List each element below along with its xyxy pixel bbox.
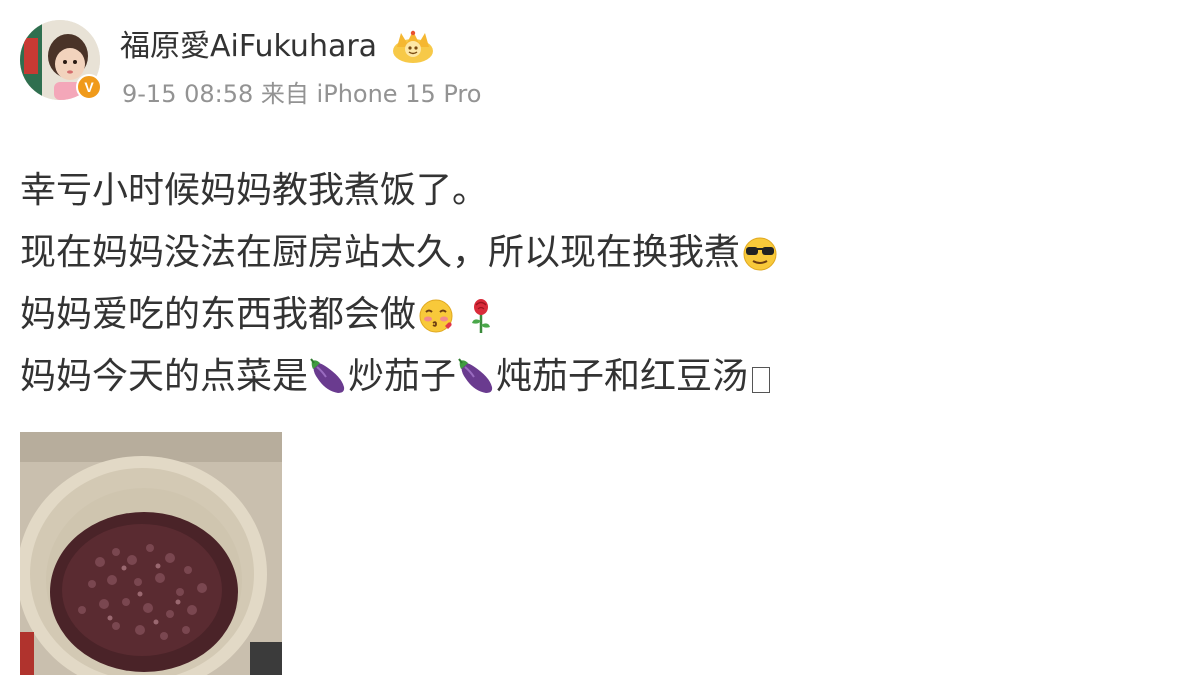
kiss-emoji-icon: [416, 295, 456, 335]
author-name[interactable]: 福原愛AiFukuhara: [120, 27, 377, 67]
post-line-1: 幸亏小时候妈妈教我煮饭了。: [20, 160, 1180, 222]
missing-glyph-box: [752, 367, 771, 393]
post-text-line-1: 幸亏小时候妈妈教我煮饭了。: [20, 170, 489, 211]
post-line-3: 妈妈爱吃的东西我都会做: [20, 284, 1180, 346]
eggplant-emoji-icon: [308, 357, 348, 397]
rose-emoji-icon: [464, 295, 498, 335]
eggplant-emoji-icon: [456, 357, 496, 397]
post-text-line-3: 妈妈爱吃的东西我都会做: [20, 294, 417, 335]
source-prefix: 来自: [260, 80, 309, 108]
post-text-line-4a: 妈妈今天的点菜是: [20, 356, 309, 397]
author-row: 福原愛AiFukuhara: [120, 27, 437, 67]
sunglasses-emoji-icon: [740, 233, 780, 273]
avatar-container[interactable]: V: [20, 20, 102, 102]
verified-badge-icon: V: [76, 74, 102, 100]
post-text-line-4b: 炒茄子: [348, 356, 457, 397]
post-content: 幸亏小时候妈妈教我煮饭了。 现在妈妈没法在厨房站太久，所以现在换我煮 妈妈爱吃的…: [20, 160, 1180, 408]
crown-member-icon[interactable]: [389, 27, 437, 67]
source-device: iPhone 15 Pro: [316, 80, 482, 108]
post-line-4: 妈妈今天的点菜是 炒茄子 炖茄子和红豆汤: [20, 346, 1180, 408]
post-time[interactable]: 9-15 08:58: [122, 80, 253, 108]
post-meta: 9-15 08:58 来自 iPhone 15 Pro: [122, 78, 481, 110]
post-line-2: 现在妈妈没法在厨房站太久，所以现在换我煮: [20, 222, 1180, 284]
post-text-line-4c: 炖茄子和红豆汤: [496, 356, 749, 397]
red-bean-soup-photo[interactable]: [20, 432, 282, 675]
post-text-line-2: 现在妈妈没法在厨房站太久，所以现在换我煮: [20, 232, 741, 273]
